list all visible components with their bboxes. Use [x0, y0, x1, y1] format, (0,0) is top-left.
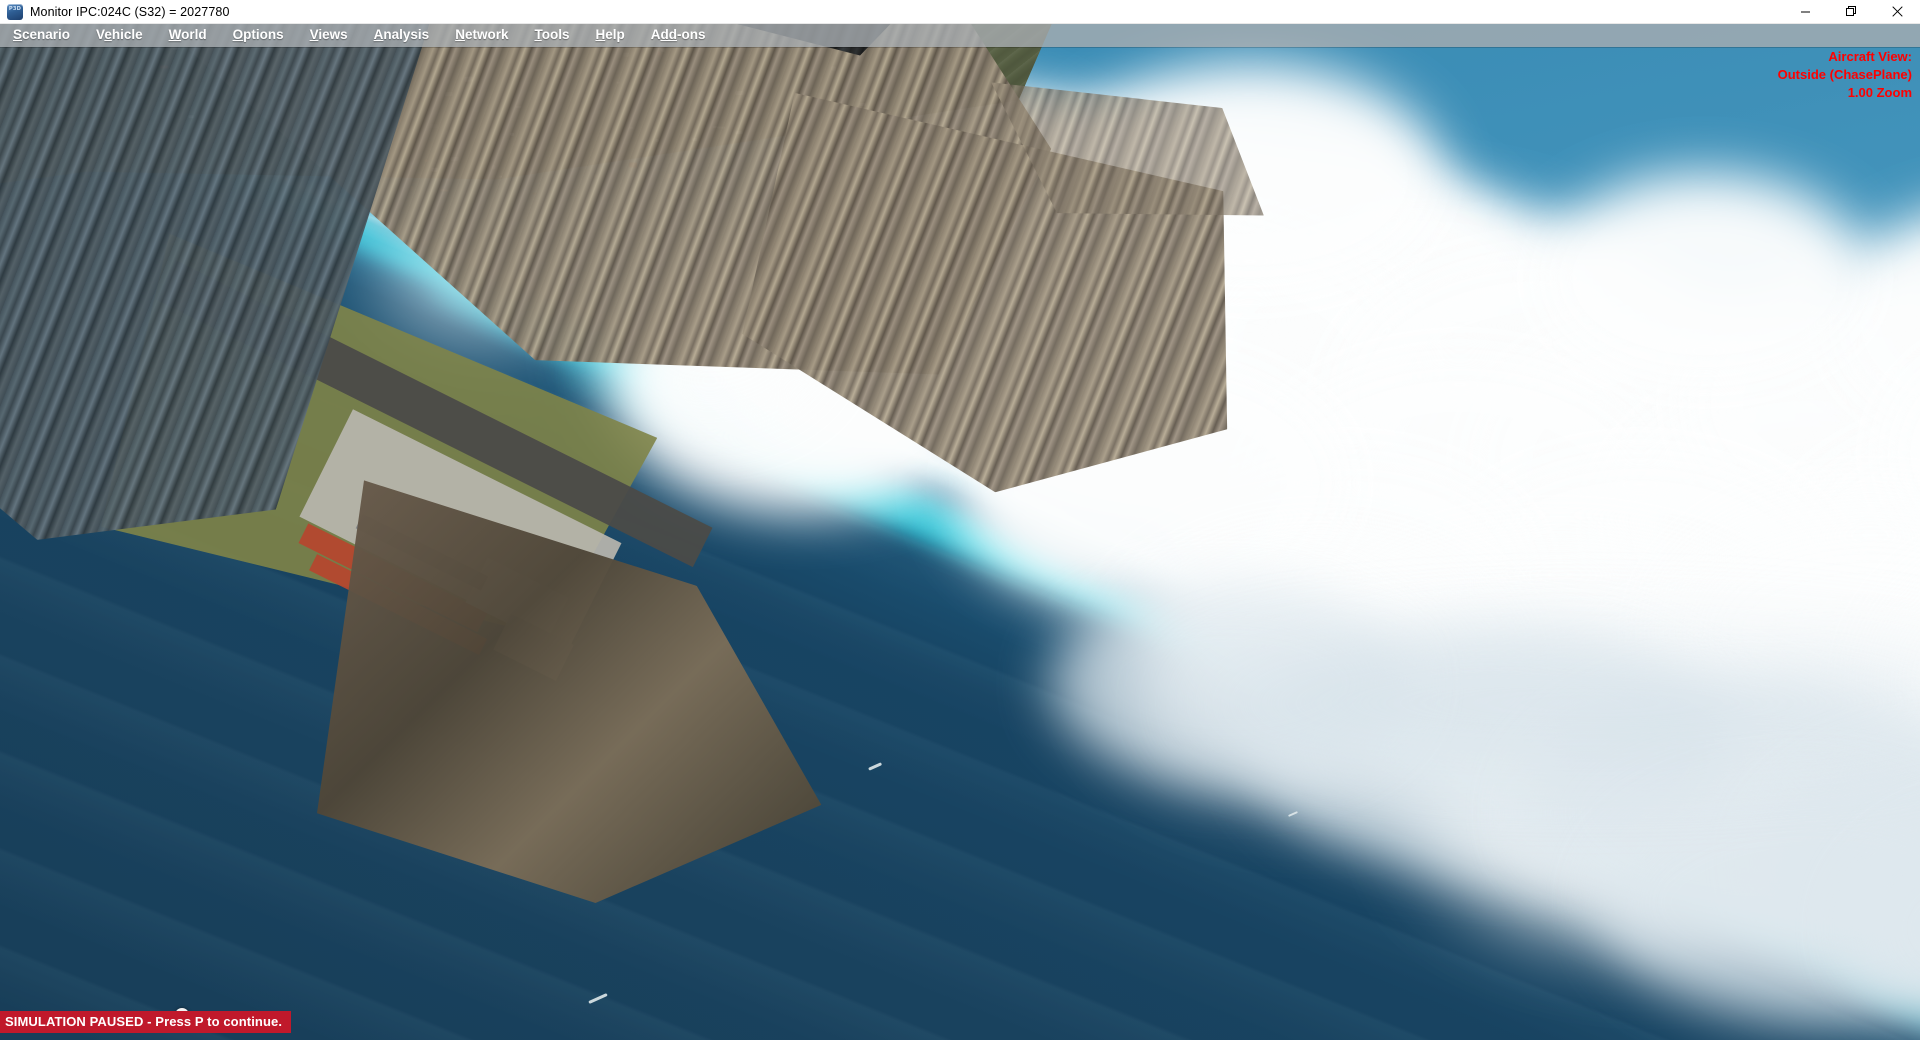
simulation-paused-banner: SIMULATION PAUSED - Press P to continue. [0, 1011, 292, 1033]
menu-item-views[interactable]: Views [297, 23, 361, 47]
menu-item-options[interactable]: Options [220, 23, 297, 47]
p3d-app-icon [7, 3, 23, 20]
window-title: Monitor IPC:024C (S32) = 2027780 [30, 4, 230, 19]
menu-bar: Scenario Vehicle World Options Views Ana… [0, 23, 1920, 47]
menu-item-add-ons[interactable]: Add-ons [638, 23, 719, 47]
application-window: Aircraft View: Outside (ChasePlane) 1.00… [0, 0, 1920, 1040]
island-terrain [0, 23, 1920, 1040]
menu-item-scenario[interactable]: Scenario [0, 23, 83, 47]
minimize-icon[interactable] [1782, 0, 1828, 23]
title-bar: Monitor IPC:024C (S32) = 2027780 [0, 0, 1920, 24]
menu-item-tools[interactable]: Tools [521, 23, 582, 47]
menu-item-vehicle[interactable]: Vehicle [83, 23, 156, 47]
menu-item-help[interactable]: Help [582, 23, 637, 47]
restore-icon[interactable] [1828, 0, 1874, 23]
menu-item-world[interactable]: World [156, 23, 220, 47]
close-icon[interactable] [1874, 0, 1920, 23]
window-controls [1782, 0, 1920, 23]
menu-item-analysis[interactable]: Analysis [361, 23, 443, 47]
menu-item-network[interactable]: Network [442, 23, 521, 47]
simulation-viewport[interactable]: Aircraft View: Outside (ChasePlane) 1.00… [0, 23, 1920, 1040]
